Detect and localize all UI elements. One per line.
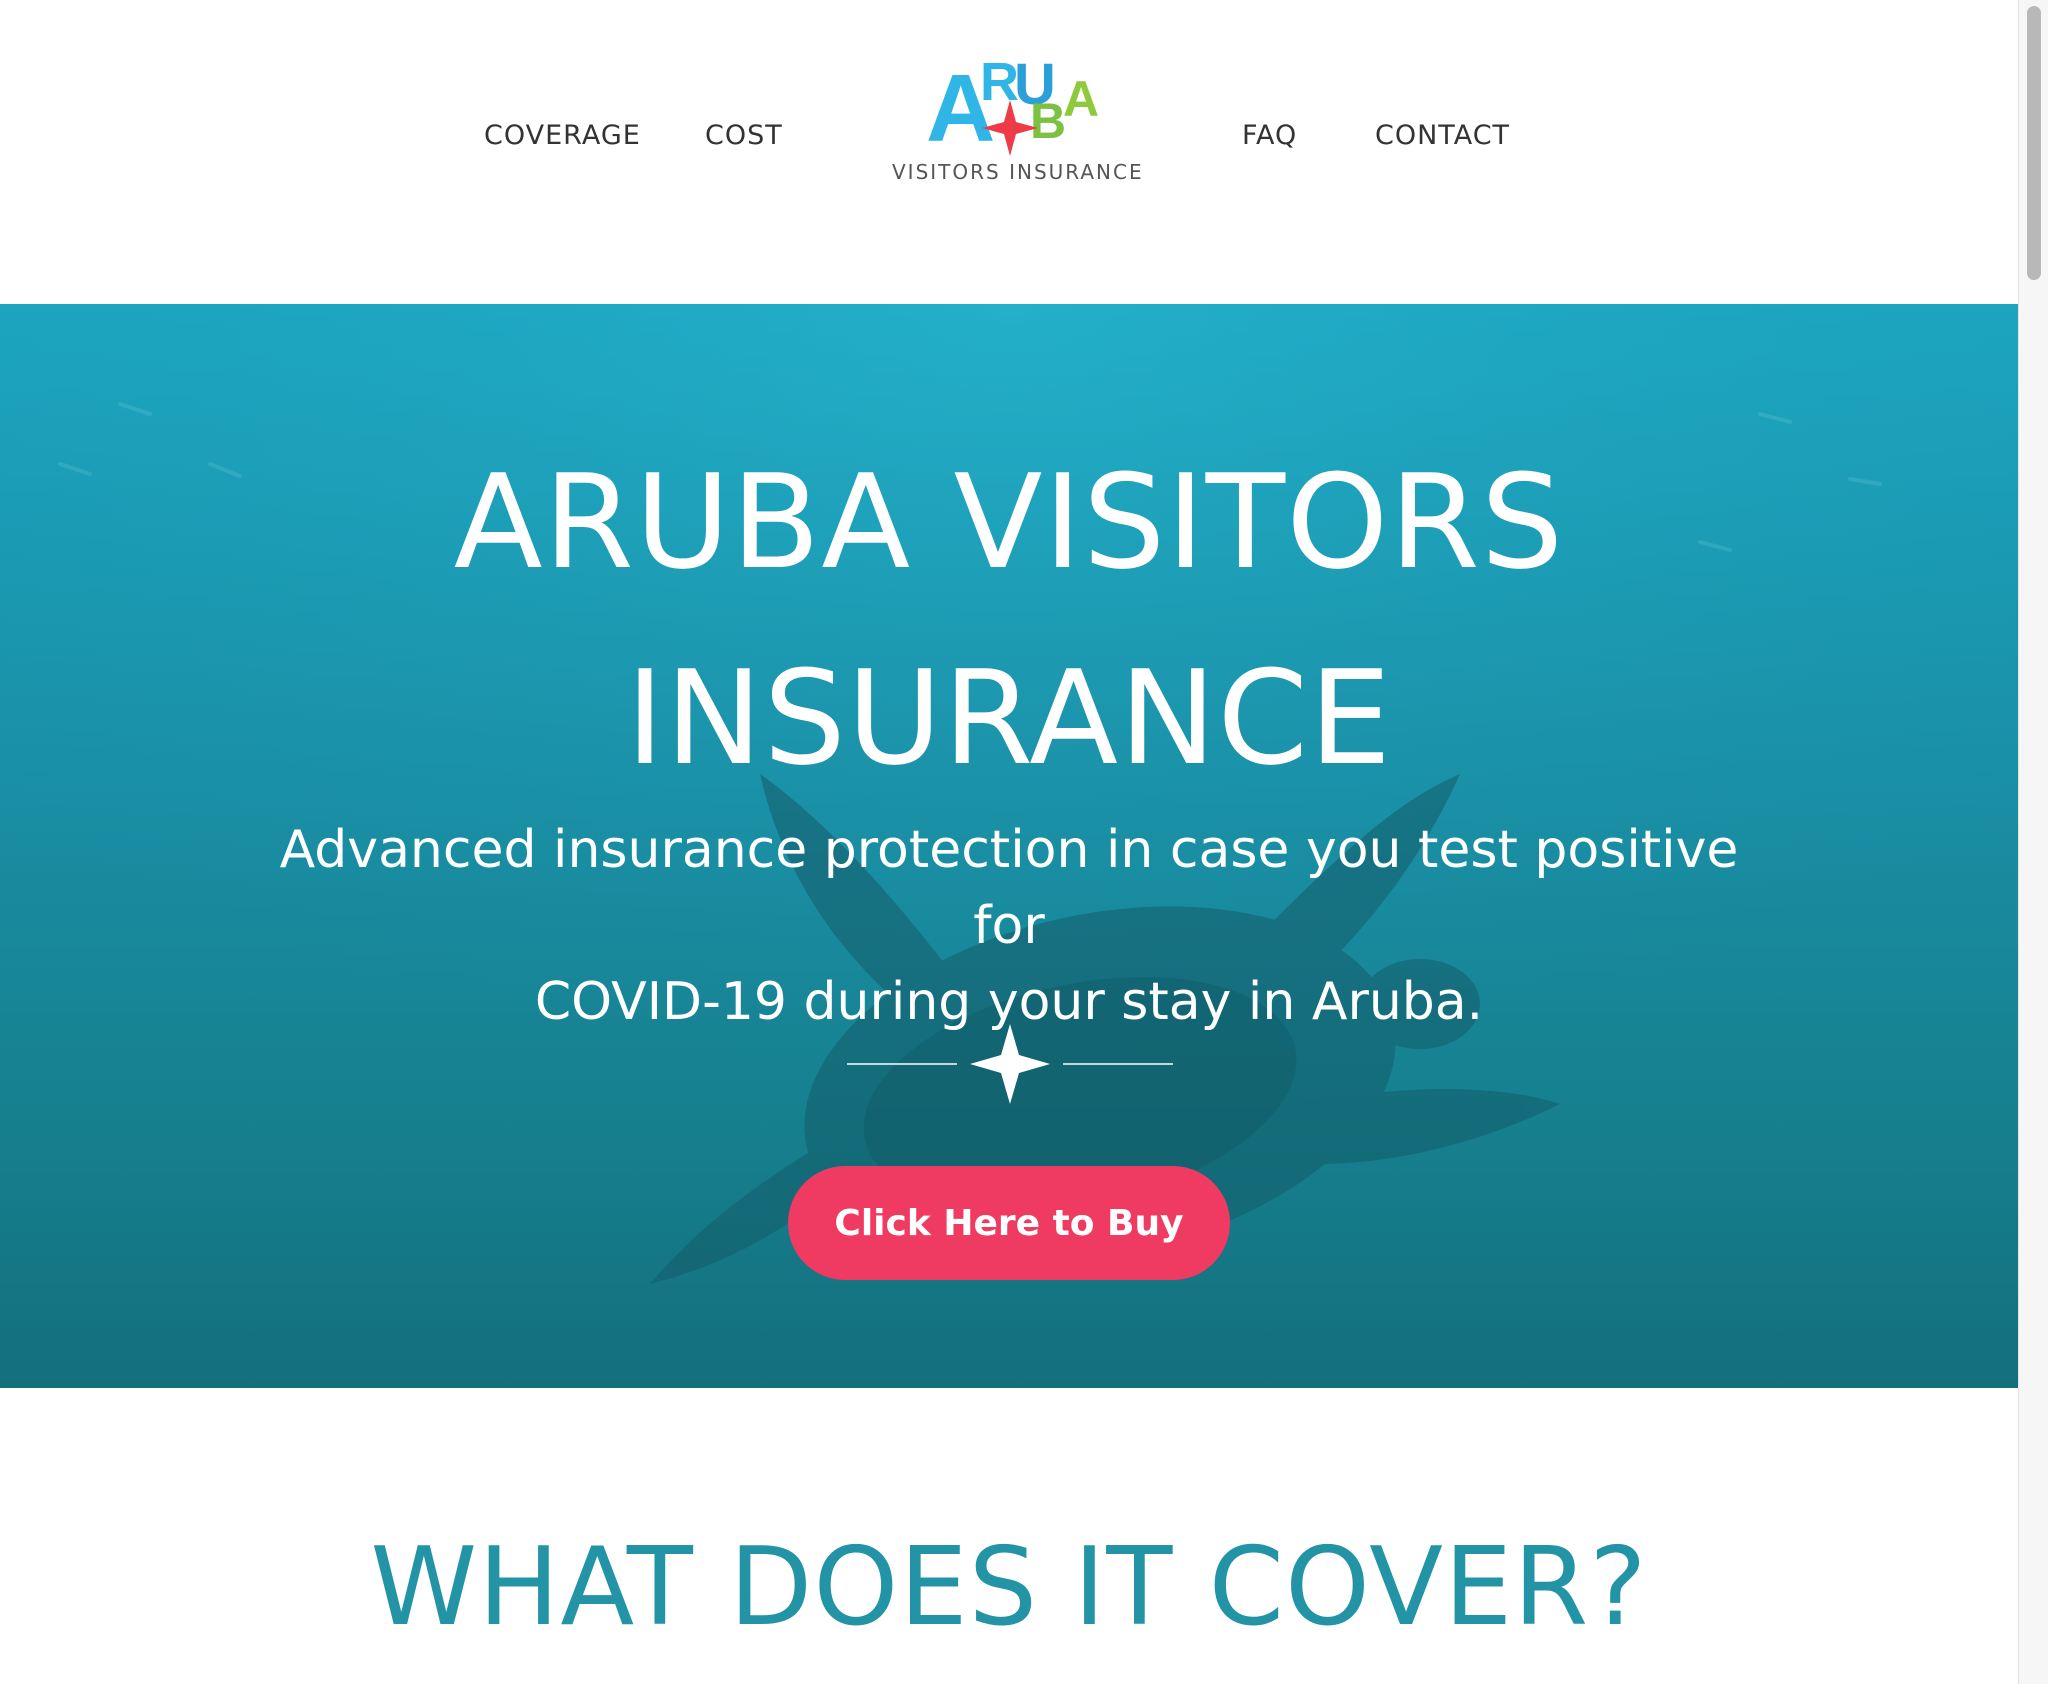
site-header: COVERAGE COST A R U B A VISITORS INSURAN…: [0, 0, 2018, 304]
divider-star-icon: [970, 1024, 1050, 1104]
logo-letter-a2: A: [1063, 71, 1099, 127]
hero-title: ARUBA VISITORS INSURANCE: [0, 424, 2018, 816]
nav-cost-link[interactable]: COST: [705, 120, 783, 151]
hero-title-line2: INSURANCE: [625, 642, 1393, 794]
star-divider: [847, 1024, 1173, 1104]
logo-letter-b: B: [1030, 93, 1066, 149]
hero-subtitle: Advanced insurance protection in case yo…: [240, 812, 1778, 1040]
scrollbar-thumb[interactable]: [2027, 6, 2041, 280]
nav-faq-link[interactable]: FAQ: [1242, 120, 1297, 151]
nav-contact-link[interactable]: CONTACT: [1375, 120, 1510, 151]
hero-subtitle-line1: Advanced insurance protection in case yo…: [279, 820, 1739, 956]
nav-coverage-link[interactable]: COVERAGE: [484, 120, 641, 151]
coverage-section-title: WHAT DOES IT COVER?: [370, 1525, 1648, 1650]
page: COVERAGE COST A R U B A VISITORS INSURAN…: [0, 0, 2048, 1684]
hero-title-line1: ARUBA VISITORS: [453, 446, 1565, 598]
logo-subtitle: VISITORS INSURANCE: [892, 160, 1144, 184]
aruba-logo-link[interactable]: A R U B A VISITORS INSURANCE: [880, 40, 1144, 190]
buy-button[interactable]: Click Here to Buy: [788, 1166, 1230, 1280]
aruba-logo-mark: A R U B A: [926, 52, 1099, 160]
hero-section: ARUBA VISITORS INSURANCE Advanced insura…: [0, 304, 2018, 1388]
page-scrollbar[interactable]: [2018, 0, 2048, 1684]
